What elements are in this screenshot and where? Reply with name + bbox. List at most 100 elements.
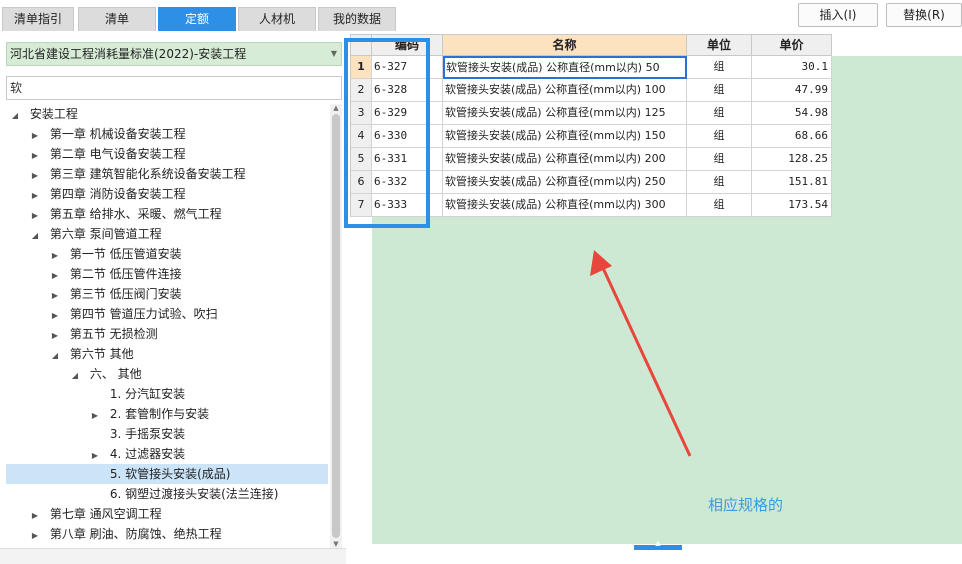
cell-name[interactable]: 软管接头安装(成品) 公称直径(mm以内) 100: [443, 79, 687, 102]
tree-node[interactable]: ◢ 第六节 其他: [6, 344, 328, 364]
header-name[interactable]: 名称: [442, 34, 687, 56]
cell-unit[interactable]: 组: [687, 148, 752, 171]
expand-icon[interactable]: ▶: [30, 186, 40, 206]
cell-unit[interactable]: 组: [687, 125, 752, 148]
collapse-icon[interactable]: ◢: [10, 106, 20, 126]
expand-icon[interactable]: ▶: [30, 506, 40, 526]
tab-guide[interactable]: 清单指引: [2, 7, 74, 31]
cell-unit[interactable]: 组: [687, 194, 752, 217]
expand-icon[interactable]: ▶: [50, 286, 60, 306]
expand-icon[interactable]: ▶: [30, 166, 40, 186]
cell-name[interactable]: 软管接头安装(成品) 公称直径(mm以内) 150: [443, 125, 687, 148]
tree-node-label: 1. 分汽缸安装: [109, 387, 186, 401]
library-select-value: 河北省建设工程消耗量标准(2022)-安装工程: [10, 47, 247, 61]
tree-node[interactable]: ▶ 第一章 机械设备安装工程: [6, 124, 328, 144]
scroll-up-icon[interactable]: ▲: [330, 104, 342, 114]
chevron-up-icon[interactable]: ▲: [650, 540, 666, 547]
tab-my-data[interactable]: 我的数据: [318, 7, 396, 31]
tree-node[interactable]: ▶ 2. 套管制作与安装: [6, 404, 328, 424]
tree-node-label: 第二节 低压管件连接: [69, 267, 182, 281]
header-price[interactable]: 单价: [751, 34, 832, 56]
tree-node-label: 6. 钢塑过渡接头安装(法兰连接): [109, 487, 279, 501]
tree-node[interactable]: ▶ 第七章 通风空调工程: [6, 504, 328, 524]
collapse-icon[interactable]: ◢: [50, 346, 60, 366]
tree-node[interactable]: ▶ 第三章 建筑智能化系统设备安装工程: [6, 164, 328, 184]
scrollbar-thumb[interactable]: [332, 114, 340, 538]
tree-node[interactable]: ▶ 第五节 无损检测: [6, 324, 328, 344]
tab-labor-material[interactable]: 人材机: [238, 7, 316, 31]
expand-icon[interactable]: ▶: [50, 306, 60, 326]
expand-icon[interactable]: ▶: [90, 446, 100, 466]
tree-node-label: 第六节 其他: [69, 347, 134, 361]
annotation-note: 相应规格的: [708, 496, 784, 514]
tree-node-label: 第一章 机械设备安装工程: [49, 127, 186, 141]
replace-button[interactable]: 替换(R): [886, 3, 962, 27]
tree-node[interactable]: ▶ 4. 过滤器安装: [6, 444, 328, 464]
insert-button[interactable]: 插入(I): [798, 3, 878, 27]
cell-unit[interactable]: 组: [687, 79, 752, 102]
cell-price[interactable]: 54.98: [752, 102, 832, 125]
cell-name[interactable]: 软管接头安装(成品) 公称直径(mm以内) 250: [443, 171, 687, 194]
tree-node[interactable]: ▶ 第四章 消防设备安装工程: [6, 184, 328, 204]
tab-bill[interactable]: 清单: [78, 7, 156, 31]
header-unit[interactable]: 单位: [686, 34, 752, 56]
cell-price[interactable]: 68.66: [752, 125, 832, 148]
tree-node-label: 5. 软管接头安装(成品): [109, 467, 231, 481]
tree-node-label: 第五章 给排水、采暖、燃气工程: [49, 207, 222, 221]
tree-node-label: 安装工程: [29, 107, 78, 121]
chapter-tree: ◢ 安装工程 ▶ 第一章 机械设备安装工程 ▶ 第二章 电气设备安装工程 ▶ 第…: [6, 104, 330, 550]
cell-name[interactable]: 软管接头安装(成品) 公称直径(mm以内) 300: [443, 194, 687, 217]
cell-price[interactable]: 173.54: [752, 194, 832, 217]
tree-node-label: 第四章 消防设备安装工程: [49, 187, 186, 201]
tree-node[interactable]: 6. 钢塑过渡接头安装(法兰连接): [6, 484, 328, 504]
library-select[interactable]: 河北省建设工程消耗量标准(2022)-安装工程 ▼: [6, 42, 342, 66]
tree-node[interactable]: ◢ 第六章 泵间管道工程: [6, 224, 328, 244]
tree-node-label: 2. 套管制作与安装: [109, 407, 210, 421]
tree-node-selected[interactable]: 5. 软管接头安装(成品): [6, 464, 328, 484]
cell-price[interactable]: 47.99: [752, 79, 832, 102]
collapse-icon[interactable]: ◢: [70, 366, 80, 386]
expand-icon[interactable]: ▶: [30, 126, 40, 146]
expand-icon[interactable]: ▶: [50, 266, 60, 286]
search-input[interactable]: 软: [6, 76, 342, 100]
cell-price[interactable]: 128.25: [752, 148, 832, 171]
collapse-icon[interactable]: ◢: [30, 226, 40, 246]
tree-node-label: 六、 其他: [89, 367, 142, 381]
tree-node[interactable]: ▶ 第一节 低压管道安装: [6, 244, 328, 264]
cell-name[interactable]: 软管接头安装(成品) 公称直径(mm以内) 125: [443, 102, 687, 125]
expand-icon[interactable]: ▶: [30, 146, 40, 166]
chevron-down-icon[interactable]: ▼: [331, 43, 337, 65]
cell-unit[interactable]: 组: [687, 56, 752, 79]
top-tab-bar: 清单指引 清单 定额 人材机 我的数据 插入(I) 替换(R): [0, 0, 962, 32]
tree-node[interactable]: ▶ 第二章 电气设备安装工程: [6, 144, 328, 164]
expand-icon[interactable]: ▶: [30, 526, 40, 546]
tree-node[interactable]: ▶ 第八章 刷油、防腐蚀、绝热工程: [6, 524, 328, 544]
cell-price[interactable]: 151.81: [752, 171, 832, 194]
tree-node-label: 第六章 泵间管道工程: [49, 227, 162, 241]
tree-node-label: 3. 手摇泵安装: [109, 427, 186, 441]
tree-node-label: 第八章 刷油、防腐蚀、绝热工程: [49, 527, 222, 541]
tree-node[interactable]: 1. 分汽缸安装: [6, 384, 328, 404]
tree-node[interactable]: ◢ 六、 其他: [6, 364, 328, 384]
tree-node[interactable]: ▶ 第三节 低压阀门安装: [6, 284, 328, 304]
expand-icon[interactable]: ▶: [50, 326, 60, 346]
tree-node[interactable]: ▶ 第二节 低压管件连接: [6, 264, 328, 284]
cell-name[interactable]: 软管接头安装(成品) 公称直径(mm以内) 50: [443, 56, 687, 79]
cell-price[interactable]: 30.1: [752, 56, 832, 79]
tree-scrollbar[interactable]: ▲ ▼: [330, 104, 342, 550]
expand-icon[interactable]: ▶: [30, 206, 40, 226]
tree-node-label: 第一节 低压管道安装: [69, 247, 182, 261]
tree-node-label: 4. 过滤器安装: [109, 447, 186, 461]
expand-icon[interactable]: ▶: [90, 406, 100, 426]
tree-node-label: 第三节 低压阀门安装: [69, 287, 182, 301]
cell-unit[interactable]: 组: [687, 102, 752, 125]
tree-node-label: 第五节 无损检测: [69, 327, 158, 341]
expand-icon[interactable]: ▶: [50, 246, 60, 266]
tree-node[interactable]: ▶ 第五章 给排水、采暖、燃气工程: [6, 204, 328, 224]
tab-quota[interactable]: 定额: [158, 7, 236, 31]
tree-node[interactable]: ◢ 安装工程: [6, 104, 328, 124]
tree-node[interactable]: ▶ 第四节 管道压力试验、吹扫: [6, 304, 328, 324]
cell-unit[interactable]: 组: [687, 171, 752, 194]
tree-node[interactable]: 3. 手摇泵安装: [6, 424, 328, 444]
cell-name[interactable]: 软管接头安装(成品) 公称直径(mm以内) 200: [443, 148, 687, 171]
